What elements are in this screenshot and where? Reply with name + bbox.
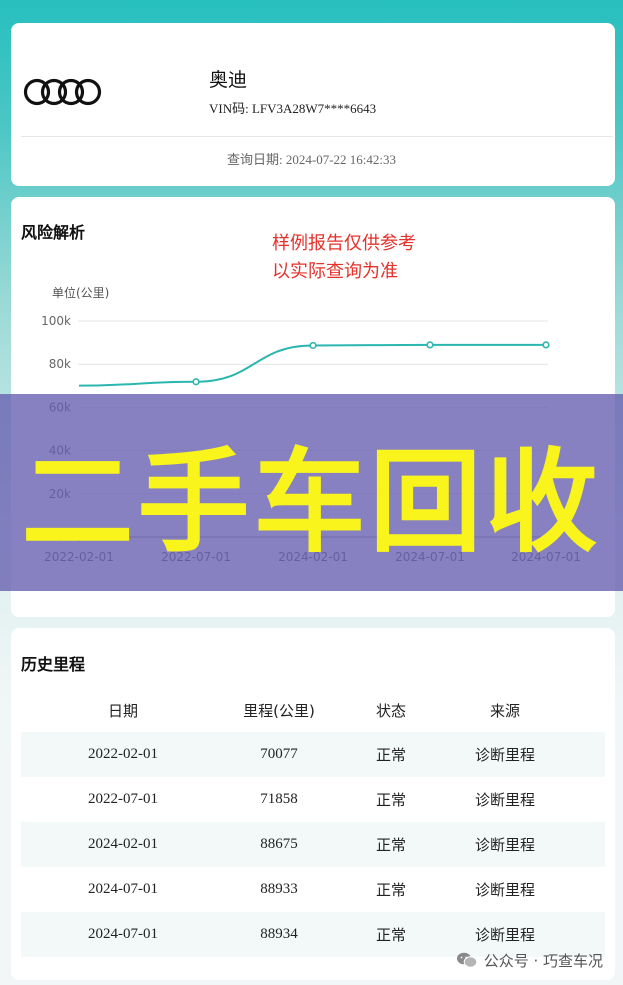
history-section-title: 历史里程 [21, 655, 86, 674]
column-header-source: 来源 [489, 701, 520, 720]
cell-mileage: 88934 [260, 926, 298, 942]
cell-mileage: 71858 [260, 791, 298, 807]
account-watermark: 公众号 · 巧查车况 [456, 948, 603, 972]
cell-date: 2024-07-01 [88, 881, 158, 897]
table-row: 2024-02-01 88675 正常 诊断里程 [21, 822, 605, 867]
cell-source: 诊断里程 [474, 881, 535, 899]
cell-mileage: 88675 [260, 836, 298, 852]
column-header-date: 日期 [107, 701, 138, 720]
column-header-mileage: 里程(公里) [243, 701, 315, 720]
cell-date: 2024-02-01 [88, 836, 158, 852]
wechat-icon [456, 952, 477, 968]
cell-status: 正常 [375, 926, 406, 944]
sample-report-note: 样例报告仅供参考 以实际查询为准 [272, 230, 416, 286]
cell-source: 诊断里程 [474, 836, 535, 854]
column-header-status: 状态 [375, 701, 406, 720]
cell-mileage: 70077 [260, 746, 298, 762]
history-table: 日期 里程(公里) 状态 来源 2022-02-01 70077 正常 诊断里程… [21, 688, 605, 957]
sample-note-line-1: 样例报告仅供参考 [272, 233, 416, 254]
table-row: 2022-07-01 71858 正常 诊断里程 [21, 777, 605, 822]
cell-status: 正常 [375, 836, 406, 854]
vehicle-brand: 奥迪 [209, 69, 248, 91]
sample-note-line-2: 以实际查询为准 [272, 261, 398, 282]
risk-section-title: 风险解析 [21, 223, 86, 242]
cell-mileage: 88933 [260, 881, 298, 897]
cell-status: 正常 [375, 746, 406, 764]
cell-date: 2022-02-01 [88, 746, 158, 762]
table-header-row: 日期 里程(公里) 状态 来源 [21, 688, 605, 732]
query-date: 查询日期: 2024-07-22 16:42:33 [227, 152, 396, 167]
cell-status: 正常 [375, 881, 406, 899]
vin-number: VIN码: LFV3A28W7****6643 [209, 101, 377, 116]
cell-source: 诊断里程 [474, 746, 535, 764]
table-row: 2024-07-01 88933 正常 诊断里程 [21, 867, 605, 912]
overlay-banner-text: 二手车回收 [21, 437, 602, 568]
divider [21, 136, 613, 137]
watermark-text: 公众号 · 巧查车况 [483, 951, 603, 970]
table-row: 2022-02-01 70077 正常 诊断里程 [21, 732, 605, 777]
cell-source: 诊断里程 [474, 791, 535, 809]
cell-date: 2022-07-01 [88, 791, 158, 807]
cell-date: 2024-07-01 [88, 926, 158, 942]
audi-rings-icon [23, 78, 102, 106]
cell-status: 正常 [375, 791, 406, 809]
